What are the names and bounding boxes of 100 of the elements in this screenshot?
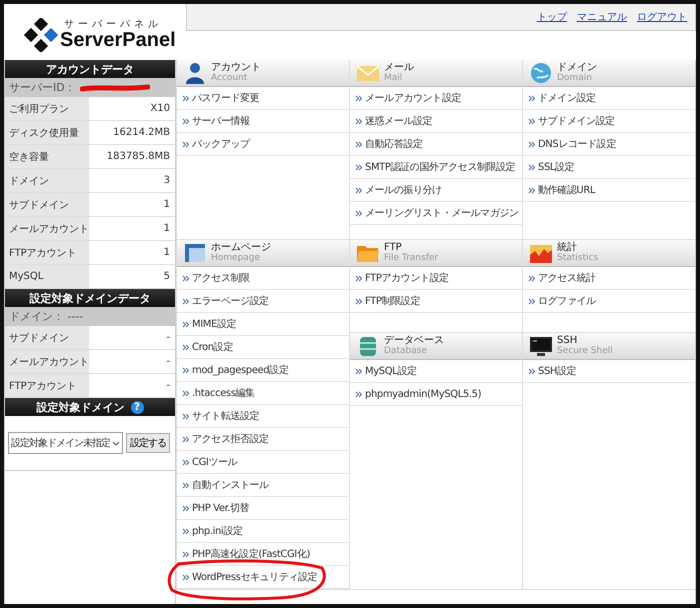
data-label: ドメイン xyxy=(5,169,89,192)
arrow-icon xyxy=(528,118,536,124)
menu-link[interactable]: アクセス統計 xyxy=(523,267,695,290)
ssh-icon xyxy=(529,334,553,358)
arrow-icon xyxy=(355,140,363,148)
section-title: ドメイン xyxy=(557,63,597,74)
arrow-icon xyxy=(182,436,190,442)
menu-link[interactable]: WordPressセキュリティ設定 xyxy=(177,566,349,589)
arrow-icon xyxy=(528,186,536,194)
header-link[interactable]: マニュアル xyxy=(577,10,627,24)
menu-link[interactable]: サーバー情報 xyxy=(177,110,349,133)
menu-link[interactable]: 自動応答設定 xyxy=(350,133,522,156)
section-subtitle: File Transfer xyxy=(384,254,438,263)
header-link[interactable]: トップ xyxy=(537,10,567,24)
section-title: FTP xyxy=(384,243,402,254)
data-value: 1 xyxy=(162,222,171,236)
menu-link[interactable]: 動作確認URL xyxy=(523,179,695,202)
arrow-icon xyxy=(182,274,190,282)
menu-link[interactable]: SSL設定 xyxy=(523,156,695,179)
menu-link[interactable]: メーリングリスト・メールマガジン xyxy=(350,202,522,225)
section-subtitle: Account xyxy=(211,74,248,83)
data-label: FTPアカウント xyxy=(5,374,89,397)
sidebar-heading: 設定対象ドメイン xyxy=(36,400,124,414)
arrow-icon xyxy=(182,366,190,374)
arrow-icon xyxy=(182,482,190,488)
menu-link[interactable]: SSH設定 xyxy=(523,360,695,383)
menu-link[interactable]: メールの振り分け xyxy=(350,179,522,202)
sidebar-heading: 設定対象ドメインデータ xyxy=(5,289,175,307)
arrow-icon xyxy=(182,574,190,580)
menu-link[interactable]: MIME設定 xyxy=(177,313,349,336)
arrow-icon xyxy=(355,118,363,124)
arrow-icon xyxy=(182,344,190,350)
arrow-icon xyxy=(182,94,190,102)
data-label: メールアカウント xyxy=(5,217,89,240)
arrow-icon xyxy=(355,186,363,194)
arrow-icon xyxy=(182,550,190,558)
menu-link[interactable]: CGIツール xyxy=(177,451,349,474)
data-label: サブドメイン xyxy=(5,326,89,349)
data-value: - xyxy=(165,379,171,393)
domain-icon xyxy=(529,61,553,85)
section-title: メール xyxy=(384,63,414,74)
arrow-icon xyxy=(355,390,363,398)
arrow-icon xyxy=(182,504,190,512)
menu-link[interactable]: MySQL設定 xyxy=(350,360,522,383)
menu-link[interactable]: FTP制限設定 xyxy=(350,290,522,313)
header-link[interactable]: ログアウト xyxy=(637,10,687,24)
arrow-icon xyxy=(355,298,363,304)
menu-link[interactable]: phpmyadmin(MySQL5.5) xyxy=(350,383,522,406)
arrow-icon xyxy=(528,164,536,170)
arrow-icon xyxy=(355,274,363,282)
set-button[interactable]: 設定する xyxy=(126,433,170,453)
section-title: 統計 xyxy=(557,243,577,254)
menu-link[interactable]: SMTP認証の国外アクセス制限設定 xyxy=(350,156,522,179)
arrow-icon xyxy=(528,298,536,304)
menu-link[interactable]: ドメイン設定 xyxy=(523,87,695,110)
sidebar-heading: アカウントデータ xyxy=(5,60,175,78)
menu-link[interactable]: エラーページ設定 xyxy=(177,290,349,313)
section-subtitle: Mail xyxy=(384,74,404,83)
section-title: データベース xyxy=(384,336,444,346)
account-icon xyxy=(183,61,207,85)
menu-link[interactable]: PHP Ver.切替 xyxy=(177,497,349,520)
section-subtitle: Homepage xyxy=(211,254,262,263)
menu-link[interactable]: mod_pagespeed設定 xyxy=(177,359,349,382)
menu-link[interactable]: FTPアカウント設定 xyxy=(350,267,522,290)
arrow-icon xyxy=(182,412,190,420)
data-label: ご利用プラン xyxy=(5,97,89,120)
menu-link[interactable]: Cron設定 xyxy=(177,336,349,359)
menu-link[interactable]: php.ini設定 xyxy=(177,520,349,543)
chevron-icon xyxy=(112,440,120,446)
menu-link[interactable]: .htaccess編集 xyxy=(177,382,349,405)
server-id-label: サーバーID： xyxy=(9,80,76,95)
arrow-icon xyxy=(355,368,363,374)
logo-title: ServerPanel xyxy=(60,30,176,50)
arrow-icon xyxy=(528,140,536,148)
arrow-icon xyxy=(355,164,363,170)
data-label: ディスク使用量 xyxy=(5,121,89,144)
menu-link[interactable]: サブドメイン設定 xyxy=(523,110,695,133)
menu-link[interactable]: メールアカウント設定 xyxy=(350,87,522,110)
menu-link[interactable]: アクセス拒否設定 xyxy=(177,428,349,451)
menu-link[interactable]: パスワード変更 xyxy=(177,87,349,110)
arrow-icon xyxy=(182,140,190,148)
menu-link[interactable]: ログファイル xyxy=(523,290,695,313)
menu-link[interactable]: バックアップ xyxy=(177,133,349,156)
data-value: - xyxy=(165,355,171,369)
data-label: 空き容量 xyxy=(5,145,89,168)
menu-link[interactable]: アクセス制限 xyxy=(177,267,349,290)
menu-link[interactable]: サイト転送設定 xyxy=(177,405,349,428)
arrow-icon xyxy=(528,368,536,374)
arrow-icon xyxy=(355,94,363,102)
menu-link[interactable]: PHP高速化設定(FastCGI化) xyxy=(177,543,349,566)
logo-icon xyxy=(24,18,58,52)
section-subtitle: Domain xyxy=(557,74,593,83)
menu-link[interactable]: 迷惑メール設定 xyxy=(350,110,522,133)
menu-link[interactable]: 自動インストール xyxy=(177,474,349,497)
data-label: サブドメイン xyxy=(5,193,89,216)
arrow-icon xyxy=(182,458,190,466)
data-value: 1 xyxy=(162,198,171,212)
menu-link[interactable]: DNSレコード設定 xyxy=(523,133,695,156)
arrow-icon xyxy=(528,274,536,282)
domain-dropdown[interactable]: 設定対象ドメイン未指定 xyxy=(8,432,123,454)
